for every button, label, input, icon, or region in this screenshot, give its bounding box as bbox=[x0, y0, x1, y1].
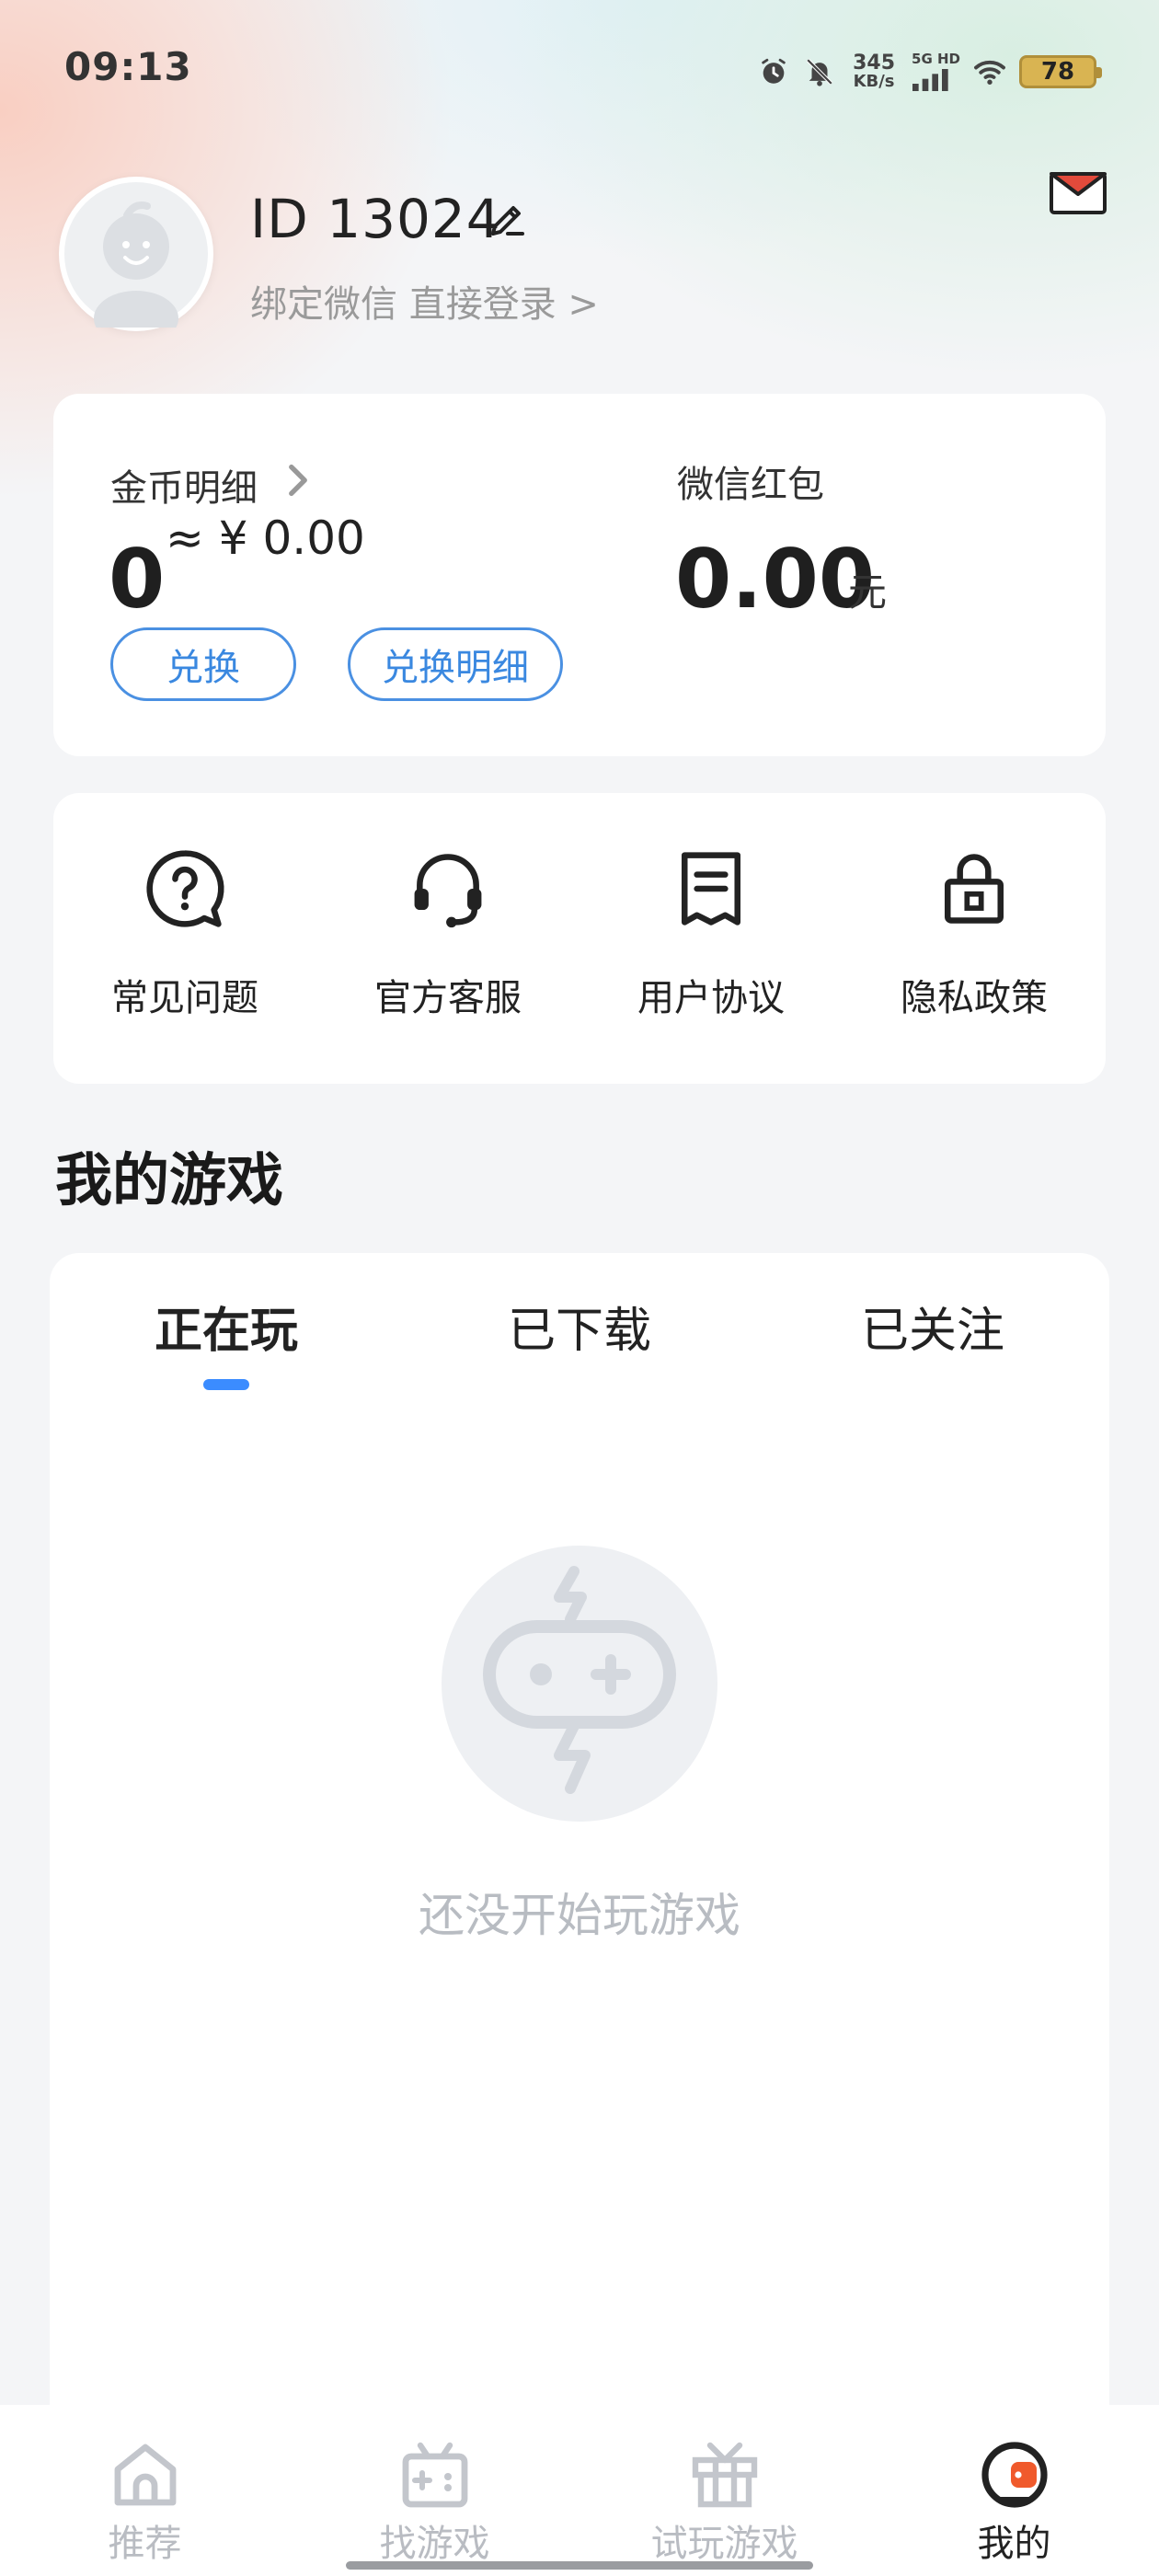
nav-item-recommend[interactable]: 推荐 bbox=[0, 2405, 290, 2576]
gift-icon bbox=[692, 2442, 757, 2508]
tab-label: 已关注 bbox=[860, 1304, 1004, 1359]
net-speed: 345 KB/s bbox=[853, 53, 895, 90]
battery-icon: 78 bbox=[1019, 55, 1102, 88]
wallet-card: 金币明细 0 ≈ ¥ 0.00 兑换 兑换明细 微信红包 0.00 元 bbox=[53, 394, 1106, 756]
wifi-icon bbox=[973, 55, 1006, 88]
home-indicator[interactable] bbox=[346, 2561, 813, 2570]
nav-label: 推荐 bbox=[108, 2523, 182, 2565]
wechat-redpacket-amount: 0.00 bbox=[675, 532, 876, 627]
my-games-card: 正在玩 已下载 已关注 还没开始玩游戏 bbox=[50, 1253, 1109, 2576]
battery-level: 78 bbox=[1040, 58, 1075, 86]
signal-icon: 5G HD bbox=[912, 52, 960, 91]
service-label: 用户协议 bbox=[637, 977, 785, 1019]
question-icon bbox=[146, 850, 224, 927]
bottom-nav: 推荐 找游戏 试玩游戏 我的 bbox=[0, 2405, 1159, 2576]
empty-state-illustration bbox=[442, 1546, 717, 1822]
status-time: 09:13 bbox=[64, 44, 192, 89]
service-privacy-policy[interactable]: 隐私政策 bbox=[843, 793, 1106, 1084]
nav-item-mine[interactable]: 我的 bbox=[869, 2405, 1159, 2576]
service-faq[interactable]: 常见问题 bbox=[53, 793, 316, 1084]
wechat-redpacket-unit: 元 bbox=[848, 569, 888, 615]
nav-item-find-games[interactable]: 找游戏 bbox=[290, 2405, 580, 2576]
chevron-right-icon[interactable] bbox=[281, 460, 315, 500]
document-icon bbox=[681, 852, 741, 926]
home-icon bbox=[114, 2444, 176, 2506]
nav-item-trial-games[interactable]: 试玩游戏 bbox=[580, 2405, 869, 2576]
headset-icon bbox=[414, 854, 482, 928]
service-label: 官方客服 bbox=[374, 977, 522, 1019]
services-card: 常见问题 官方客服 用户协议 隐私政策 bbox=[53, 793, 1106, 1084]
wechat-redpacket-title: 微信红包 bbox=[677, 464, 824, 506]
exchange-detail-button[interactable]: 兑换明细 bbox=[348, 627, 563, 701]
nav-label: 我的 bbox=[977, 2523, 1051, 2565]
my-games-title: 我的游戏 bbox=[55, 1146, 284, 1213]
nav-label: 试玩游戏 bbox=[650, 2523, 798, 2565]
coin-detail-link[interactable]: 金币明细 bbox=[110, 458, 258, 512]
exchange-button[interactable]: 兑换 bbox=[110, 627, 296, 701]
signal-label: 5G HD bbox=[912, 51, 960, 67]
profile-icon bbox=[981, 2442, 1048, 2508]
status-icons: 345 KB/s 5G HD 78 bbox=[757, 46, 1102, 98]
games-tabs: 正在玩 已下载 已关注 bbox=[50, 1253, 1109, 1391]
empty-state-text: 还没开始玩游戏 bbox=[419, 1889, 740, 1942]
lock-icon bbox=[944, 854, 1004, 924]
service-user-agreement[interactable]: 用户协议 bbox=[580, 793, 843, 1084]
tab-followed[interactable]: 已关注 bbox=[756, 1253, 1109, 1391]
user-id: ID 13024 bbox=[250, 188, 501, 250]
edit-icon[interactable] bbox=[486, 197, 530, 241]
status-bar: 09:13 345 KB/s 5G HD 78 bbox=[0, 0, 1159, 138]
gamepad-icon bbox=[483, 1566, 676, 1794]
service-label: 常见问题 bbox=[111, 977, 258, 1019]
net-speed-unit: KB/s bbox=[853, 72, 895, 91]
avatar[interactable] bbox=[59, 177, 213, 331]
service-customer-support[interactable]: 官方客服 bbox=[316, 793, 580, 1084]
active-tab-indicator bbox=[203, 1379, 249, 1390]
tab-downloaded[interactable]: 已下载 bbox=[403, 1253, 756, 1391]
nav-label: 找游戏 bbox=[379, 2523, 490, 2565]
mute-icon bbox=[803, 55, 836, 88]
tab-label: 正在玩 bbox=[154, 1304, 298, 1359]
mail-icon[interactable] bbox=[1049, 171, 1107, 215]
alarm-icon bbox=[757, 55, 790, 88]
tab-playing[interactable]: 正在玩 bbox=[50, 1253, 403, 1391]
coin-balance: 0 bbox=[109, 532, 166, 627]
gamepad-icon bbox=[402, 2442, 467, 2508]
service-label: 隐私政策 bbox=[901, 977, 1048, 1019]
tab-label: 已下载 bbox=[507, 1304, 651, 1359]
profile-page: 09:13 345 KB/s 5G HD 78 ID 13024 绑定微信 直接… bbox=[0, 0, 1159, 2576]
coin-approx-value: ≈ ¥ 0.00 bbox=[166, 512, 365, 565]
net-speed-value: 345 bbox=[853, 52, 896, 75]
bind-wechat-link[interactable]: 绑定微信 直接登录 > bbox=[250, 274, 599, 328]
avatar-face-icon bbox=[64, 182, 208, 328]
